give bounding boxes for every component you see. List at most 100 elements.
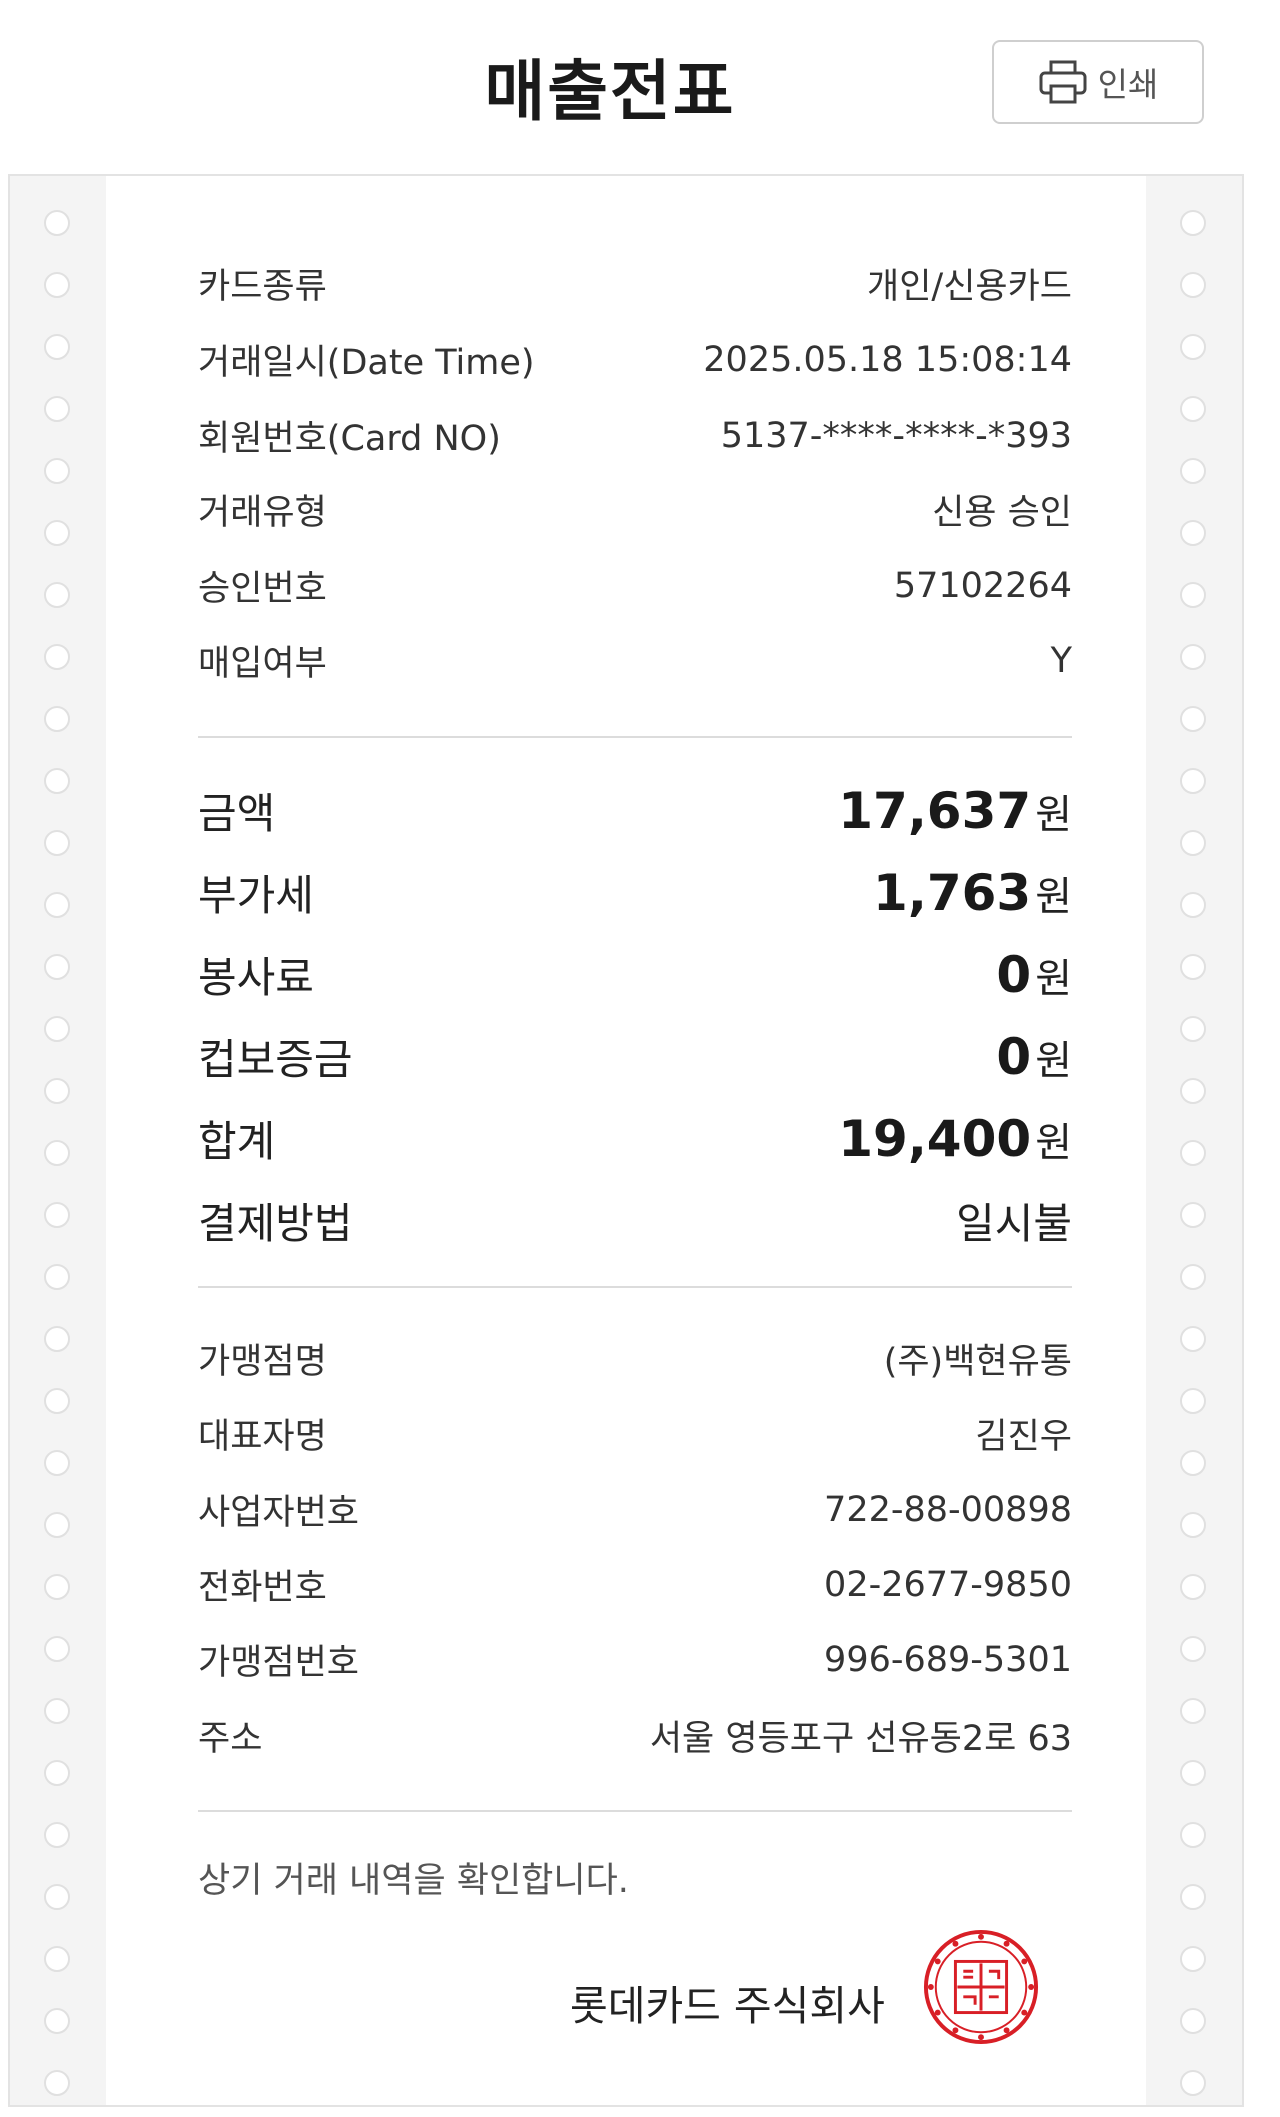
perforation-hole xyxy=(1180,706,1206,732)
perforation-hole xyxy=(44,2070,70,2096)
amount-label: 부가세 xyxy=(198,871,314,920)
amount-value-group: 17,637 원 xyxy=(838,782,1072,840)
merchant-label: 가맹점명 xyxy=(198,1342,327,1382)
amount-value-group: 1,763 원 xyxy=(873,864,1072,922)
amount-unit: 원 xyxy=(1035,791,1072,838)
info-value: 신용 승인 xyxy=(932,493,1072,533)
print-button-label: 인쇄 xyxy=(1097,65,1159,104)
amount-row-vat: 부가세 1,763 원 xyxy=(198,862,1072,923)
divider xyxy=(198,1286,1072,1288)
merchant-label: 주소 xyxy=(198,1719,263,1759)
divider xyxy=(198,736,1072,738)
perforation-hole xyxy=(1180,334,1206,360)
merchant-row-merchant-number: 가맹점번호 996-689-5301 xyxy=(198,1634,1072,1685)
info-row-purchase-status: 매입여부 Y xyxy=(198,635,1072,686)
perforation-hole xyxy=(1180,1140,1206,1166)
info-label: 거래일시(Date Time) xyxy=(198,343,535,383)
amount-value: 1,763 xyxy=(873,863,1032,922)
perforation-hole xyxy=(44,396,70,422)
merchant-value: 김진우 xyxy=(975,1417,1072,1457)
perforation-hole xyxy=(44,334,70,360)
receipt: 카드종류 개인/신용카드 거래일시(Date Time) 2025.05.18 … xyxy=(8,174,1244,2107)
merchant-label: 가맹점번호 xyxy=(198,1643,360,1683)
perforation-hole xyxy=(1180,768,1206,794)
perforation-hole xyxy=(44,954,70,980)
merchant-value: 996-689-5301 xyxy=(824,1639,1072,1680)
perforation-hole xyxy=(1180,1512,1206,1538)
confirmation-text: 상기 거래 내역을 확인합니다. xyxy=(198,1861,629,1901)
perforation-hole xyxy=(44,1326,70,1352)
perforation-hole xyxy=(1180,520,1206,546)
perforation-hole xyxy=(44,768,70,794)
info-label: 거래유형 xyxy=(198,493,327,533)
perforation-hole xyxy=(44,1636,70,1662)
info-row-card-number: 회원번호(Card NO) 5137-****-****-*393 xyxy=(198,410,1072,461)
payment-method-value: 일시불 xyxy=(956,1199,1072,1248)
info-label: 승인번호 xyxy=(198,569,327,609)
info-label: 카드종류 xyxy=(198,267,327,307)
perforation-hole xyxy=(44,1946,70,1972)
amount-value-group: 0원 xyxy=(996,1028,1072,1086)
perforation-hole xyxy=(1180,1388,1206,1414)
perforation-hole xyxy=(1180,1760,1206,1786)
merchant-value: 02-2677-9850 xyxy=(824,1564,1072,1605)
perforation-hole xyxy=(44,272,70,298)
info-row-card-type: 카드종류 개인/신용카드 xyxy=(198,258,1072,309)
perforation-hole xyxy=(44,706,70,732)
info-value: 2025.05.18 15:08:14 xyxy=(703,339,1072,380)
info-row-transaction-type: 거래유형 신용 승인 xyxy=(198,484,1072,535)
perforation-hole xyxy=(1180,458,1206,484)
perforation-hole xyxy=(44,1140,70,1166)
print-button[interactable]: 인쇄 xyxy=(992,40,1204,124)
perforation-hole xyxy=(44,644,70,670)
perforation-hole xyxy=(44,2008,70,2034)
amount-label: 봉사료 xyxy=(198,953,314,1002)
payment-method-row: 결제방법 일시불 xyxy=(198,1190,1072,1251)
perforation-hole xyxy=(1180,2070,1206,2096)
amount-row-total: 합계 19,400 원 xyxy=(198,1108,1072,1169)
perforation-hole xyxy=(44,892,70,918)
perforation-hole xyxy=(1180,210,1206,236)
perforation-hole xyxy=(1180,1264,1206,1290)
amount-unit: 원 xyxy=(1035,1037,1072,1084)
divider xyxy=(198,1810,1072,1812)
perforation-hole xyxy=(44,210,70,236)
perforation-hole xyxy=(44,1202,70,1228)
perforation-hole xyxy=(44,1388,70,1414)
perforation-hole xyxy=(44,1512,70,1538)
amount-value-group: 19,400 원 xyxy=(838,1110,1072,1168)
receipt-content: 카드종류 개인/신용카드 거래일시(Date Time) 2025.05.18 … xyxy=(198,176,1072,2105)
perforation-hole xyxy=(44,582,70,608)
merchant-value: 722-88-00898 xyxy=(824,1489,1072,1530)
amount-unit: 원 xyxy=(1035,1119,1072,1166)
perforation-hole xyxy=(1180,1636,1206,1662)
perforation-hole xyxy=(1180,1326,1206,1352)
merchant-label: 전화번호 xyxy=(198,1568,327,1608)
info-row-datetime: 거래일시(Date Time) 2025.05.18 15:08:14 xyxy=(198,334,1072,385)
amount-value: 0 xyxy=(996,1027,1032,1086)
perforation-hole xyxy=(44,1760,70,1786)
page-header: 매출전표 인쇄 xyxy=(0,0,1280,172)
perforation-hole xyxy=(1180,2008,1206,2034)
amount-row-service-fee: 봉사료 0원 xyxy=(198,944,1072,1005)
perforation-hole xyxy=(44,1016,70,1042)
info-label: 매입여부 xyxy=(198,644,327,684)
amount-value-group: 0원 xyxy=(996,946,1072,1004)
perforation-hole xyxy=(44,1450,70,1476)
perforation-hole xyxy=(1180,1884,1206,1910)
info-label: 회원번호(Card NO) xyxy=(198,419,501,459)
merchant-value: (주)백현유통 xyxy=(883,1342,1072,1382)
perforation-hole xyxy=(44,1884,70,1910)
amount-row-amount: 금액 17,637 원 xyxy=(198,780,1072,841)
merchant-row-name: 가맹점명 (주)백현유통 xyxy=(198,1333,1072,1384)
perforation-hole xyxy=(1180,1016,1206,1042)
info-value: 57102264 xyxy=(893,565,1072,606)
amount-unit: 원 xyxy=(1035,955,1072,1002)
company-seal-stamp xyxy=(923,1929,1039,2045)
merchant-row-address: 주소 서울 영등포구 선유동2로 63 xyxy=(198,1710,1072,1761)
perforation-hole xyxy=(44,1264,70,1290)
amount-value: 17,637 xyxy=(838,781,1032,840)
printer-icon xyxy=(1039,60,1087,104)
amount-label: 합계 xyxy=(198,1117,276,1166)
perforation-hole xyxy=(44,830,70,856)
